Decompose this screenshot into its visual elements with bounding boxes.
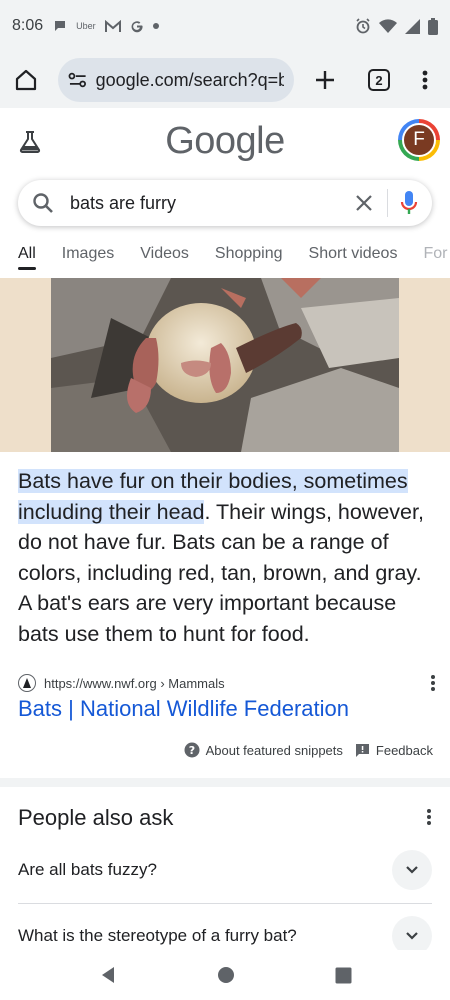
tab-images[interactable]: Images <box>62 236 114 272</box>
tab-forums[interactable]: For <box>423 236 447 272</box>
recents-icon[interactable] <box>335 967 352 984</box>
new-tab-button[interactable] <box>312 67 338 93</box>
tab-count: 2 <box>368 69 390 91</box>
chevron-down-icon <box>406 932 418 940</box>
paa-menu-button[interactable] <box>426 808 432 826</box>
more-vert-icon <box>427 809 431 825</box>
search-divider <box>387 189 388 217</box>
snippet-footer: ? About featured snippets Feedback <box>184 742 433 758</box>
bat-illustration <box>51 278 399 452</box>
notification-icons: Uber <box>53 19 159 33</box>
browser-menu-button[interactable] <box>422 70 428 90</box>
close-icon <box>356 195 372 211</box>
battery-icon <box>428 17 438 35</box>
source-url: https://www.nwf.org › Mammals <box>44 675 225 691</box>
home-button[interactable] <box>10 64 42 96</box>
paa-question-text: Are all bats fuzzy? <box>18 860 157 879</box>
result-source[interactable]: https://www.nwf.org › Mammals <box>18 674 436 692</box>
search-box[interactable]: bats are furry <box>18 180 432 226</box>
more-vert-icon <box>431 675 435 691</box>
paa-separator <box>18 903 432 904</box>
more-vert-icon <box>422 70 428 90</box>
result-menu-button[interactable] <box>430 674 436 692</box>
svg-text:?: ? <box>188 744 194 757</box>
featured-image-band <box>0 278 450 452</box>
search-input[interactable]: bats are furry <box>70 193 176 214</box>
system-nav-bar <box>0 950 450 1000</box>
feedback-label: Feedback <box>375 742 433 758</box>
alarm-icon <box>356 18 370 34</box>
nwf-favicon-icon <box>18 674 36 692</box>
feedback-icon <box>355 743 369 757</box>
help-icon: ? <box>184 742 200 758</box>
search-tabs: All Images Videos Shopping Short videos … <box>0 236 450 274</box>
chevron-down-icon <box>406 866 418 874</box>
tab-switcher-button[interactable]: 2 <box>368 69 390 91</box>
paa-question-text: What is the stereotype of a furry bat? <box>18 926 297 945</box>
site-settings-icon[interactable] <box>68 72 88 88</box>
result-title-link[interactable]: Bats | National Wildlife Federation <box>18 696 349 722</box>
search-icon <box>33 193 53 213</box>
address-bar[interactable]: google.com/search?q=b <box>58 58 294 102</box>
url-text: google.com/search?q=b <box>95 69 284 90</box>
microphone-icon <box>400 191 418 214</box>
tab-all[interactable]: All <box>18 236 36 272</box>
avatar[interactable]: F <box>398 119 440 161</box>
system-icons <box>355 17 438 35</box>
plus-icon <box>316 71 334 89</box>
google-g-icon <box>131 21 143 33</box>
avatar-letter: F <box>402 123 436 157</box>
google-logo[interactable]: Google <box>0 120 450 163</box>
wifi-icon <box>379 19 397 33</box>
about-label: About featured snippets <box>205 742 343 758</box>
home-circle-icon[interactable] <box>217 966 235 984</box>
status-bar: 8:06 Uber <box>0 0 450 52</box>
tab-short-videos[interactable]: Short videos <box>309 236 398 272</box>
gmail-icon <box>104 19 121 32</box>
feedback-link[interactable]: Feedback <box>355 743 433 758</box>
tab-videos[interactable]: Videos <box>140 236 189 272</box>
people-also-ask-title: People also ask <box>18 805 174 830</box>
paa-question[interactable]: Are all bats fuzzy? <box>18 850 432 890</box>
tab-shopping[interactable]: Shopping <box>215 236 283 272</box>
dot-icon <box>152 23 159 29</box>
section-divider <box>0 778 450 787</box>
browser-toolbar: google.com/search?q=b 2 <box>0 52 450 108</box>
back-icon[interactable] <box>99 966 117 984</box>
about-featured-snippets-link[interactable]: ? About featured snippets <box>184 742 343 758</box>
expand-button[interactable] <box>392 850 432 890</box>
bat-photo[interactable] <box>51 278 399 452</box>
home-icon <box>15 69 37 91</box>
voice-search-button[interactable] <box>400 190 418 216</box>
uber-icon: Uber <box>76 21 96 31</box>
chat-bubble-icon <box>55 21 66 31</box>
clear-search-button[interactable] <box>355 194 373 212</box>
google-header: Google F <box>0 110 450 174</box>
featured-snippet-text: Bats have fur on their bodies, sometimes… <box>18 466 436 649</box>
status-time: 8:06 <box>12 17 44 34</box>
signal-icon <box>405 18 420 34</box>
